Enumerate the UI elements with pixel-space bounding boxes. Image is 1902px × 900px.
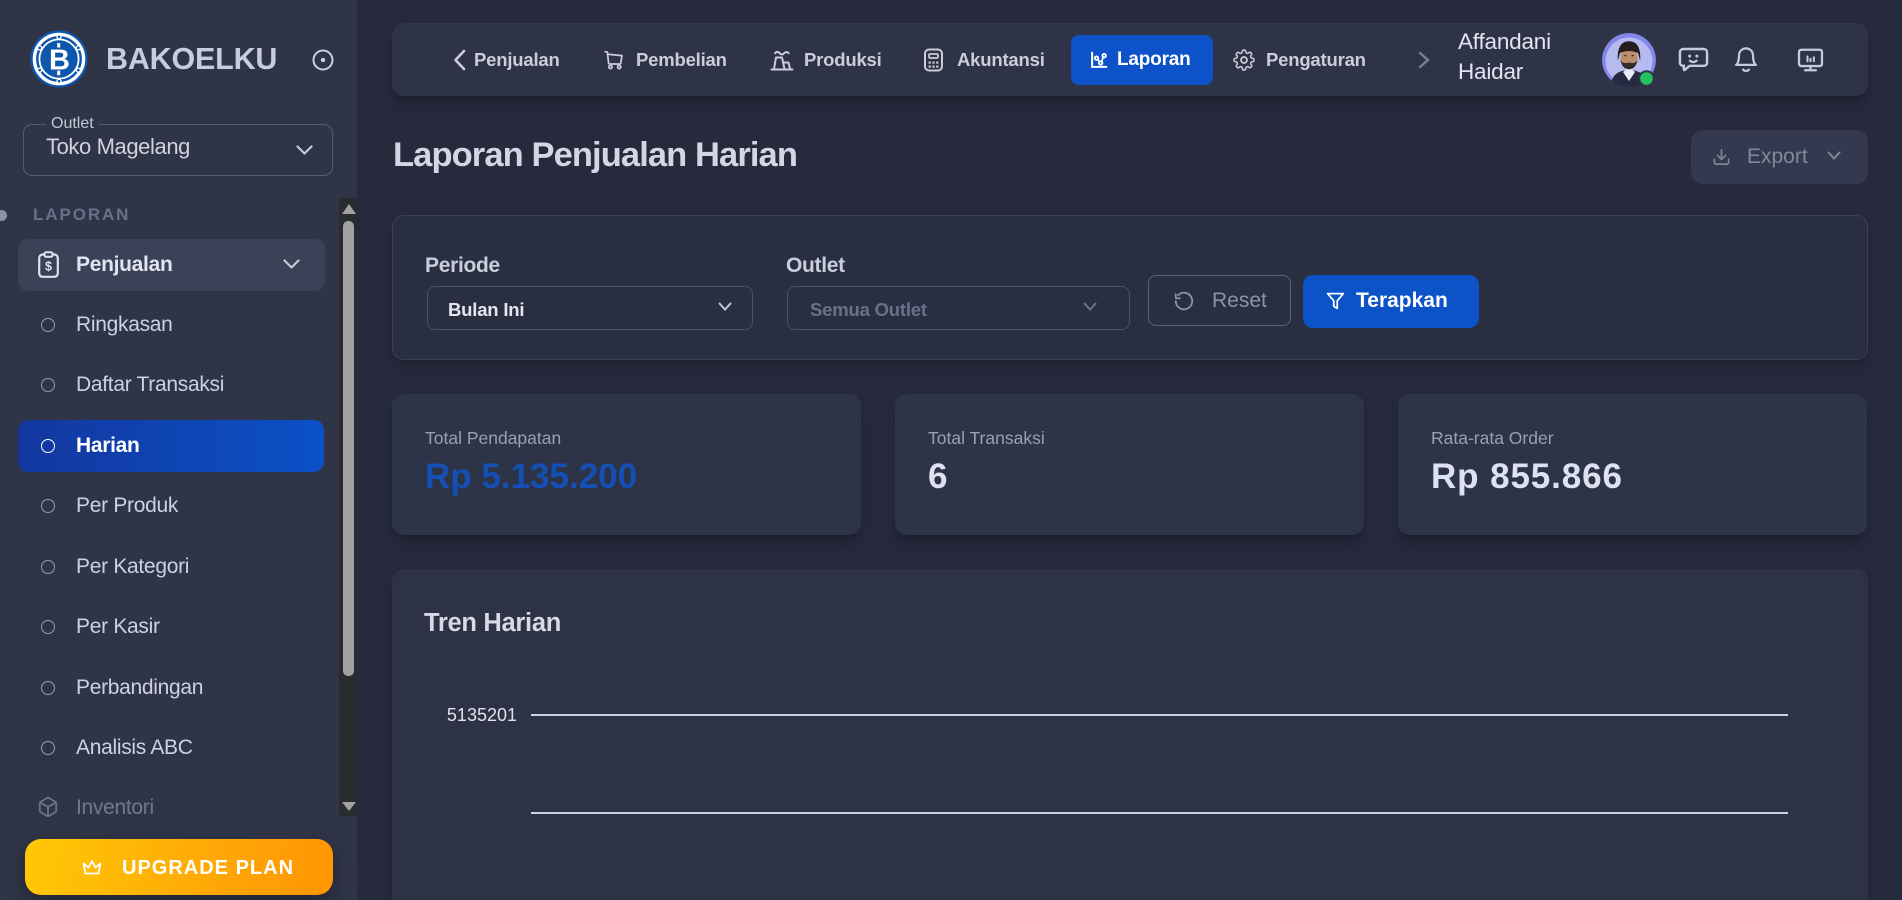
svg-text:$: $ — [45, 260, 52, 274]
